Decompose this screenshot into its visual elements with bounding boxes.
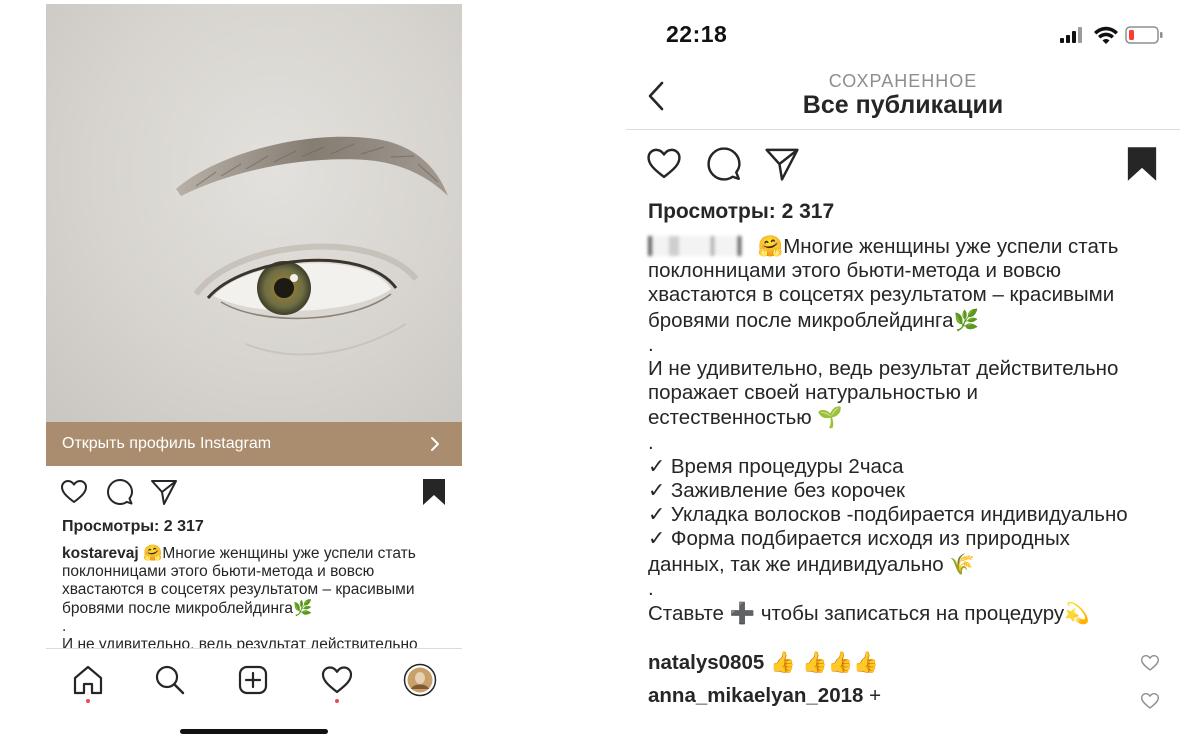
caption-list-item: ✓ Укладка волосков -подбирается индивиду… (648, 503, 1128, 527)
cellular-signal-icon (1060, 27, 1082, 43)
caption-text: поражает своей натуральностью и (648, 381, 979, 405)
comment-username[interactable]: anna_mikaelyan_2018 (648, 684, 863, 707)
share-paper-plane-icon[interactable] (764, 146, 800, 182)
caption-text: поклонницами этого бьюти-метода и вовсю (648, 259, 1061, 283)
chevron-right-icon (431, 437, 439, 451)
bottom-tab-bar (46, 648, 462, 741)
saved-bookmark-icon[interactable] (422, 478, 446, 506)
caption-dot: . (648, 332, 654, 356)
plus-emoji: ➕ (729, 601, 756, 626)
caption-dot: . (648, 430, 654, 454)
home-notification-dot (86, 699, 90, 703)
comment-row: natalys0805 👍 👍👍👍 (648, 650, 1168, 675)
caption-text: бровями после микроблейдинга (62, 600, 293, 617)
right-phone-screen: 22:18 СОХРАНЕННОЕ Все публикации Просмот… (626, 0, 1180, 749)
herb-emoji: 🌿 (953, 307, 979, 332)
caption-text: хвастаются в соцсетях результатом – крас… (648, 283, 1115, 307)
caption-list-item: ✓ Время процедуры 2часа (648, 454, 904, 478)
activity-heart-icon[interactable] (320, 663, 354, 697)
new-post-icon[interactable] (236, 663, 270, 697)
comment-text: + (869, 684, 882, 707)
comment-like-heart-icon[interactable] (1140, 692, 1160, 710)
nav-subtitle: СОХРАНЕННОЕ (828, 71, 978, 91)
activity-notification-dot (335, 699, 339, 703)
status-time: 22:18 (666, 21, 728, 47)
hug-emoji: 🤗 (757, 234, 784, 258)
caption-dot: . (648, 576, 654, 600)
caption-list-item: ✓ Заживление без корочек (648, 479, 906, 503)
caption-username[interactable]: kostarevaj (62, 545, 139, 562)
nav-divider (626, 129, 1180, 130)
post-actions (60, 478, 450, 508)
hug-emoji: 🤗 (143, 544, 163, 562)
share-paper-plane-icon[interactable] (150, 478, 178, 506)
caption-text: данных, так же индивидуально (648, 552, 944, 576)
home-indicator (180, 729, 328, 734)
views-count: Просмотры: 2 317 (62, 518, 204, 535)
post-actions (646, 146, 1160, 182)
comment-icon[interactable] (706, 146, 742, 182)
open-profile-label: Открыть профиль Instagram (62, 435, 272, 452)
search-icon[interactable] (153, 663, 187, 697)
views-count: Просмотры: 2 317 (648, 200, 835, 223)
comment-row: anna_mikaelyan_2018 + (648, 684, 1168, 710)
herb-emoji: 🌿 (292, 599, 313, 617)
caption-text: Многие женщины уже успели стать (162, 545, 416, 562)
caption-text: И не удивительно, ведь результат действи… (648, 357, 1119, 381)
battery-low-icon (1125, 26, 1163, 44)
rice-emoji: 🌾 (949, 551, 975, 576)
open-profile-bar[interactable]: Открыть профиль Instagram (46, 422, 462, 466)
post-caption: kostarevaj 🤗Многие женщины уже успели ст… (62, 544, 452, 648)
wifi-icon (1094, 26, 1118, 44)
caption-list-item: ✓ Форма подбирается исходя из природных (648, 527, 1070, 551)
post-photo[interactable] (46, 4, 462, 422)
caption-text: И не удивительно, ведь результат действи… (62, 636, 418, 648)
comment-text: 👍 👍👍👍 (769, 650, 879, 674)
blurred-username[interactable] (648, 236, 752, 256)
caption-text: чтобы записаться на процедуру (760, 602, 1065, 626)
post-caption: 🤗Многие женщины уже успели стать поклонн… (648, 234, 1168, 626)
eye-brow-image (176, 136, 448, 356)
comment-username[interactable]: natalys0805 (648, 651, 764, 674)
caption-text: Ставьте (648, 602, 724, 626)
caption-text: поклонницами этого бьюти-метода и вовсю (62, 563, 375, 580)
caption-dot: . (62, 618, 67, 635)
home-icon[interactable] (71, 663, 105, 697)
seedling-emoji: 🌱 (817, 405, 843, 430)
caption-text: естественностью (648, 406, 812, 430)
caption-text: Многие женщины уже успели стать (783, 235, 1119, 258)
status-icons (1060, 26, 1163, 44)
saved-bookmark-icon[interactable] (1126, 146, 1158, 182)
profile-avatar-icon[interactable] (403, 663, 437, 697)
comment-like-heart-icon[interactable] (1140, 654, 1160, 672)
comment-icon[interactable] (106, 478, 134, 506)
like-heart-icon[interactable] (646, 146, 682, 182)
like-heart-icon[interactable] (60, 478, 88, 506)
dizzy-emoji: 💫 (1064, 601, 1090, 626)
caption-text: хвастаются в соцсетях результатом – крас… (62, 581, 415, 598)
caption-text: бровями после микроблейдинга (648, 308, 954, 332)
left-phone-screen: Открыть профиль Instagram Просмотры: 2 3… (46, 4, 462, 741)
page-title: Все публикации (802, 91, 1004, 119)
